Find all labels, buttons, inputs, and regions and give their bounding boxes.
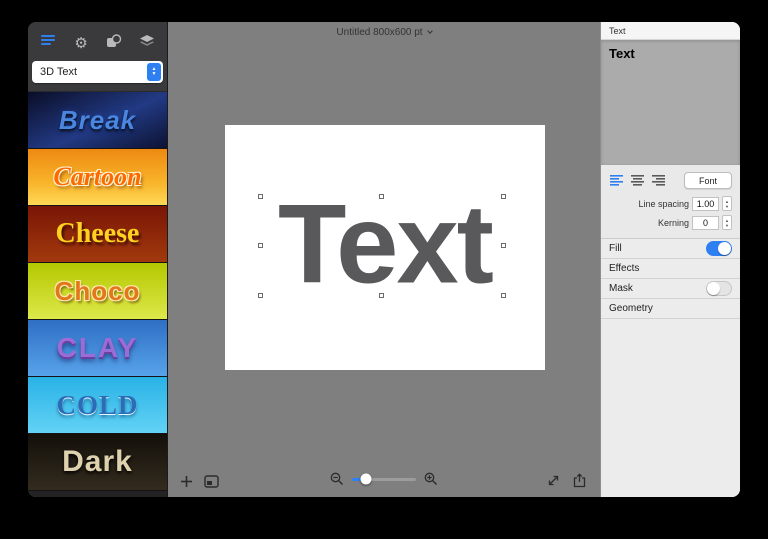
chevron-down-icon <box>427 28 433 34</box>
zoom-slider[interactable] <box>352 478 416 481</box>
preset-dark[interactable]: Dark <box>28 434 167 491</box>
zoom-out-icon <box>330 472 344 486</box>
line-spacing-label: Line spacing <box>638 199 689 209</box>
preset-cheese[interactable]: Cheese <box>28 206 167 263</box>
selection-box[interactable] <box>261 197 503 295</box>
inspector-panel: Text Text <box>600 22 740 497</box>
canvas-area[interactable]: Untitled 800x600 pt Text <box>168 22 600 497</box>
preset-label: Choco <box>55 276 141 307</box>
zoom-out-button[interactable] <box>330 472 344 486</box>
zoom-in-icon <box>424 472 438 486</box>
canvas-bottombar-right <box>547 473 586 488</box>
preset-list: Break Cartoon Cheese Choco CLAY COLD Dark <box>28 92 167 497</box>
document-title-text: Untitled 800x600 pt <box>336 27 422 38</box>
line-spacing-row: Line spacing ▲▼ <box>609 196 732 211</box>
sidebar: ⚙ <box>28 22 168 497</box>
preset-clay[interactable]: CLAY <box>28 320 167 377</box>
artboard-frame-button[interactable] <box>204 475 219 488</box>
selection-handle[interactable] <box>258 243 263 248</box>
artboard-frame-icon <box>204 475 219 488</box>
section-label: Effects <box>609 263 639 274</box>
line-spacing-stepper[interactable]: ▲▼ <box>722 196 732 211</box>
fullscreen-button[interactable] <box>547 474 560 487</box>
align-left-button[interactable] <box>609 174 625 187</box>
inspector-empty-space <box>601 319 740 497</box>
app-window: ⚙ <box>28 22 740 497</box>
align-center-icon <box>631 175 645 186</box>
screenshot-stage: ⚙ <box>0 0 768 539</box>
font-button[interactable]: Font <box>684 172 732 189</box>
preset-label: Break <box>59 105 136 136</box>
artboard[interactable]: Text <box>225 125 545 370</box>
preset-label: COLD <box>56 390 138 421</box>
selection-handle[interactable] <box>501 293 506 298</box>
text-content-field[interactable]: Text <box>601 40 740 165</box>
kerning-row: Kerning ▲▼ <box>609 215 732 230</box>
share-icon <box>573 473 586 488</box>
selection-handle[interactable] <box>501 243 506 248</box>
share-button[interactable] <box>573 473 586 488</box>
inspector-sections: Fill Effects Mask Geometry <box>601 239 740 319</box>
sidebar-toolbar: ⚙ <box>28 22 167 92</box>
section-fill[interactable]: Fill <box>601 239 740 259</box>
selection-handle[interactable] <box>501 194 506 199</box>
expand-icon <box>547 474 560 487</box>
tab-layers[interactable] <box>135 32 159 54</box>
document-title[interactable]: Untitled 800x600 pt <box>168 27 600 38</box>
kerning-label: Kerning <box>658 218 689 228</box>
canvas-bottombar-left <box>180 475 219 488</box>
add-object-button[interactable] <box>180 475 193 488</box>
zoom-slider-knob[interactable] <box>361 474 372 485</box>
section-label: Geometry <box>609 303 653 314</box>
layers-icon <box>139 34 155 53</box>
selection-handle[interactable] <box>379 293 384 298</box>
selection-handle[interactable] <box>379 194 384 199</box>
selection-handle[interactable] <box>258 293 263 298</box>
section-effects[interactable]: Effects <box>601 259 740 279</box>
tab-shapes[interactable] <box>102 32 126 54</box>
zoom-in-button[interactable] <box>424 472 438 486</box>
preset-cold[interactable]: COLD <box>28 377 167 434</box>
preset-break[interactable]: Break <box>28 92 167 149</box>
align-center-button[interactable] <box>630 174 646 187</box>
text-controls: Font Line spacing ▲▼ Kerning ▲▼ <box>601 165 740 239</box>
selection-handle[interactable] <box>258 194 263 199</box>
section-mask[interactable]: Mask <box>601 279 740 299</box>
align-left-icon <box>610 175 624 186</box>
kerning-stepper[interactable]: ▲▼ <box>722 215 732 230</box>
sidebar-tabs: ⚙ <box>32 30 163 56</box>
section-label: Mask <box>609 283 633 294</box>
inspector-header: Text <box>601 22 740 40</box>
line-spacing-input[interactable] <box>692 197 719 211</box>
section-geometry[interactable]: Geometry <box>601 299 740 319</box>
fill-toggle[interactable] <box>706 241 732 256</box>
kerning-input[interactable] <box>692 216 719 230</box>
alignment-row: Font <box>609 172 732 189</box>
preset-label: Dark <box>62 445 133 479</box>
shapes-icon <box>106 34 122 53</box>
align-right-button[interactable] <box>651 174 667 187</box>
tab-styles[interactable] <box>36 32 60 54</box>
preset-label: CLAY <box>57 332 139 364</box>
preset-label: Cartoon <box>53 162 141 192</box>
plus-icon <box>180 475 193 488</box>
text-content-value: Text <box>609 46 635 61</box>
align-right-icon <box>652 175 666 186</box>
preset-label: Cheese <box>56 218 140 250</box>
style-category-dropdown[interactable]: 3D Text ▲▼ <box>32 61 163 83</box>
gear-icon: ⚙ <box>74 36 87 51</box>
preset-cartoon[interactable]: Cartoon <box>28 149 167 206</box>
tab-settings[interactable]: ⚙ <box>69 32 93 54</box>
style-category-value: 3D Text <box>40 66 77 78</box>
mask-toggle[interactable] <box>706 281 732 296</box>
dropdown-stepper-icon: ▲▼ <box>147 63 161 81</box>
zoom-controls <box>330 472 438 486</box>
styles-list-icon <box>40 34 56 53</box>
section-label: Fill <box>609 243 622 254</box>
inspector-header-label: Text <box>609 26 626 36</box>
preset-choco[interactable]: Choco <box>28 263 167 320</box>
